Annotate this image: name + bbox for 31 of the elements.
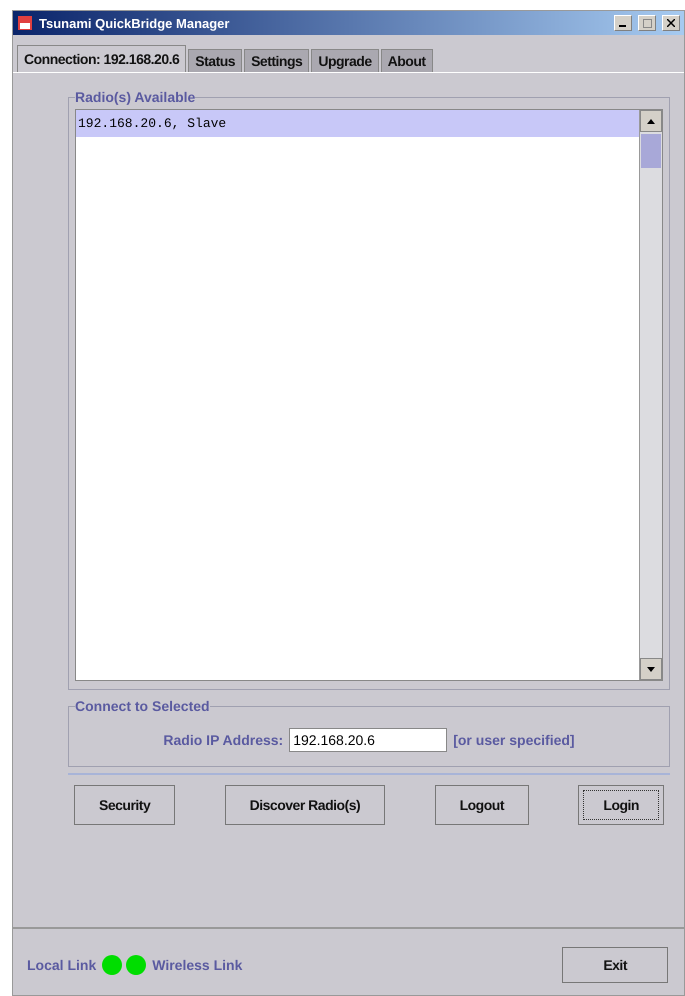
tab[interactable]: Status bbox=[188, 49, 242, 72]
down-arrow-icon bbox=[647, 666, 655, 672]
maximize-icon bbox=[642, 18, 652, 28]
close-icon bbox=[667, 19, 675, 27]
tab[interactable]: Connection: 192.168.20.6 bbox=[17, 45, 186, 72]
group-title: Connect to Selected bbox=[75, 698, 210, 714]
action-button[interactable]: Discover Radio(s) bbox=[224, 785, 386, 825]
scrollbar[interactable] bbox=[639, 110, 662, 680]
app-icon bbox=[17, 15, 33, 31]
maximize-button[interactable] bbox=[638, 15, 656, 31]
hint-text: [or user specified] bbox=[453, 732, 575, 748]
close-button[interactable] bbox=[662, 15, 680, 31]
list-item[interactable]: 192.168.20.6, Slave bbox=[76, 110, 639, 137]
exit-button[interactable]: Exit bbox=[562, 947, 668, 983]
window-title: Tsunami QuickBridge Manager bbox=[39, 16, 230, 30]
tab[interactable]: About bbox=[380, 49, 433, 72]
action-button[interactable]: Security bbox=[74, 785, 176, 825]
up-arrow-icon bbox=[647, 118, 655, 124]
scroll-up-button[interactable] bbox=[640, 110, 662, 132]
action-button[interactable]: Login bbox=[578, 785, 664, 825]
tab[interactable]: Settings bbox=[244, 49, 310, 72]
scroll-thumb[interactable] bbox=[641, 134, 661, 168]
field-label: Radio IP Address: bbox=[163, 732, 284, 748]
link-label: Local Link bbox=[27, 957, 96, 973]
group-title: Radio(s) Available bbox=[75, 89, 196, 105]
tab[interactable]: Upgrade bbox=[311, 49, 379, 72]
scroll-down-button[interactable] bbox=[640, 658, 662, 680]
action-button[interactable]: Logout bbox=[434, 785, 529, 825]
link-label: Wireless Link bbox=[152, 957, 242, 973]
ip-address-field[interactable]: 192.168.20.6 bbox=[289, 728, 448, 752]
minimize-button[interactable] bbox=[614, 15, 632, 31]
